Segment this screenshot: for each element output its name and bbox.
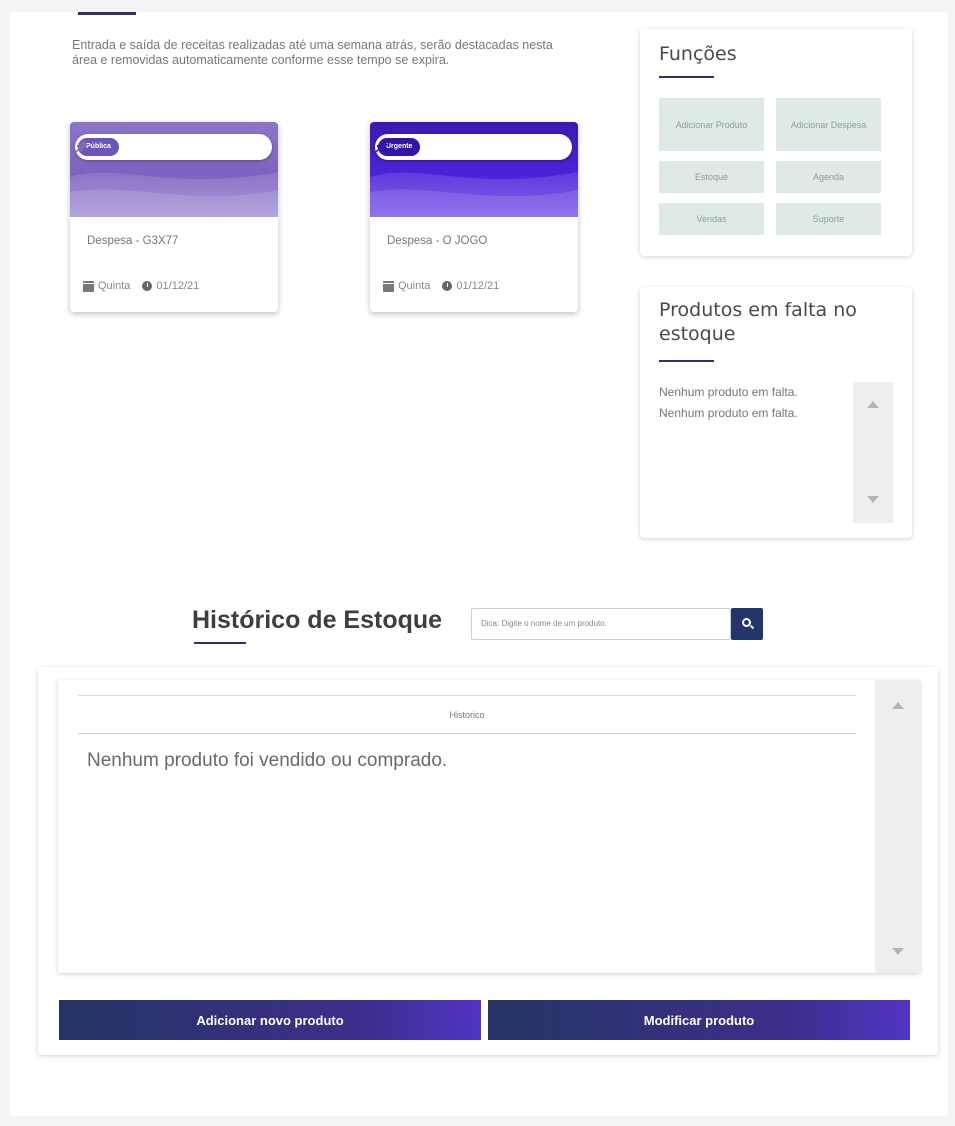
agenda-button[interactable]: Agenda xyxy=(776,161,881,193)
divider xyxy=(78,695,856,696)
card-banner: Urgente xyxy=(370,122,578,217)
stock-button[interactable]: Estoque xyxy=(659,161,764,193)
history-title: Histórico de Estoque xyxy=(192,606,443,634)
page: Entrada e saída de receitas realizadas a… xyxy=(10,12,948,1116)
clock-icon xyxy=(142,281,153,291)
search-input[interactable]: Dica: Digite o nome de um produto. xyxy=(471,608,731,640)
scroll-down-icon[interactable] xyxy=(891,948,904,955)
card-title: Despesa - G3X77 xyxy=(87,235,179,247)
history-empty-message: Nenhum produto foi vendido ou comprado. xyxy=(87,750,448,771)
missing-stock-title: Produtos em falta no estoque xyxy=(659,299,857,345)
expense-card[interactable]: Urgente Despesa - O JOGO Quinta 01/12/21 xyxy=(370,122,578,312)
add-expense-button[interactable]: Adicionar Despesa xyxy=(776,98,881,151)
add-product-button[interactable]: Adicionar Produto xyxy=(659,98,764,151)
calendar-icon xyxy=(83,280,94,292)
list-item: Nenhum produto em falta. xyxy=(659,385,798,399)
functions-panel: Funções Adicionar Produto Adicionar Desp… xyxy=(640,29,912,256)
pin-icon[interactable] xyxy=(375,139,389,153)
scroll-up-icon[interactable] xyxy=(867,401,879,408)
title-underline xyxy=(194,642,246,644)
list-item: Nenhum produto em falta. xyxy=(659,406,798,420)
title-underline xyxy=(659,76,714,78)
search-icon xyxy=(742,618,751,627)
calendar-icon xyxy=(383,280,394,292)
support-button[interactable]: Suporte xyxy=(776,203,881,235)
pin-icon[interactable] xyxy=(75,139,89,153)
search-button[interactable] xyxy=(731,608,763,640)
clock-icon xyxy=(442,281,453,291)
section-accent-line xyxy=(78,12,136,15)
card-header-pill: Pública xyxy=(75,134,272,160)
card-date: 01/12/21 xyxy=(156,280,200,292)
expense-card[interactable]: Pública Despesa - G3X77 Quinta 01/12/21 xyxy=(70,122,278,312)
functions-title: Funções xyxy=(659,43,737,65)
history-container: Historico Nenhum produto foi vendido ou … xyxy=(38,667,938,1055)
history-column-header: Historico xyxy=(449,710,485,720)
history-table: Historico Nenhum produto foi vendido ou … xyxy=(58,680,920,973)
scrollbar[interactable] xyxy=(875,680,920,973)
missing-stock-panel: Produtos em falta no estoque Nenhum prod… xyxy=(640,287,912,538)
intro-text: Entrada e saída de receitas realizadas a… xyxy=(72,38,553,67)
card-date: 01/12/21 xyxy=(456,280,500,292)
missing-stock-list: Nenhum produto em falta. Nenhum produto … xyxy=(659,382,798,424)
scrollbar[interactable] xyxy=(853,382,893,523)
modify-product-button[interactable]: Modificar produto xyxy=(488,1000,910,1040)
card-meta: Quinta 01/12/21 xyxy=(83,280,199,292)
title-underline xyxy=(659,360,714,362)
sales-button[interactable]: Vendas xyxy=(659,203,764,235)
card-day: Quinta xyxy=(98,280,131,292)
card-meta: Quinta 01/12/21 xyxy=(383,280,499,292)
add-new-product-button[interactable]: Adicionar novo produto xyxy=(59,1000,481,1040)
card-banner: Pública xyxy=(70,122,278,217)
card-header-pill: Urgente xyxy=(375,134,572,160)
divider xyxy=(78,733,856,734)
scroll-down-icon[interactable] xyxy=(867,496,879,503)
scroll-up-icon[interactable] xyxy=(891,702,904,709)
card-title: Despesa - O JOGO xyxy=(387,235,488,247)
card-day: Quinta xyxy=(398,280,431,292)
